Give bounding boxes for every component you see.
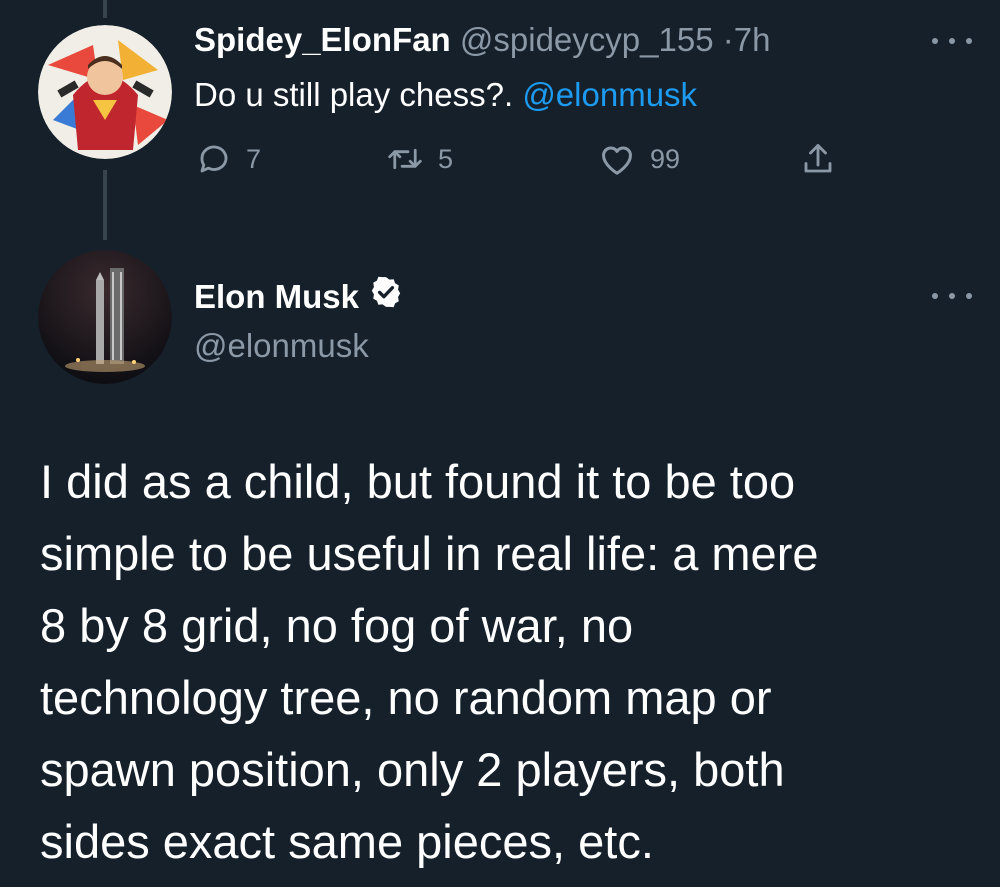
tweet-text-line: simple to be useful in real life: a mere	[40, 527, 819, 580]
share-button[interactable]	[800, 139, 836, 179]
verified-badge-icon	[369, 275, 403, 318]
retweet-count: 5	[438, 143, 454, 174]
tweet-header: Spidey_ElonFan @spideycyp_155 ·7h	[194, 20, 770, 60]
tweet-text-body: Do u still play chess?.	[194, 76, 514, 113]
tweet-text-line: sides exact same pieces, etc.	[40, 815, 654, 868]
display-name[interactable]: Elon Musk	[194, 275, 403, 318]
handle[interactable]: @elonmusk	[194, 326, 369, 366]
avatar[interactable]	[38, 250, 172, 384]
retweet-button[interactable]: 5	[386, 139, 453, 179]
more-icon[interactable]	[932, 288, 972, 304]
timestamp[interactable]: 7h	[734, 21, 771, 58]
mention-link[interactable]: @elonmusk	[522, 76, 697, 113]
reply-button[interactable]: 7	[196, 139, 261, 179]
tweet-text-line: spawn position, only 2 players, both	[40, 743, 785, 796]
thread-line-top	[103, 0, 107, 18]
tweet-text-line: I did as a child, but found it to be too	[40, 455, 796, 508]
display-name-text: Elon Musk	[194, 277, 360, 315]
retweet-icon	[386, 141, 424, 177]
main-tweet-text: I did as a child, but found it to be too…	[40, 446, 970, 878]
like-icon	[598, 141, 636, 177]
share-icon	[800, 140, 836, 178]
tweet-text: Do u still play chess?. @elonmusk	[194, 75, 697, 115]
avatar[interactable]	[38, 25, 172, 159]
like-button[interactable]: 99	[598, 139, 680, 179]
thread-line-connector	[103, 170, 107, 240]
tweet-text-line: 8 by 8 grid, no fog of war, no	[40, 599, 634, 652]
like-count: 99	[650, 143, 681, 174]
reply-count: 7	[246, 143, 262, 174]
reply-icon	[196, 141, 232, 177]
handle[interactable]: @spideycyp_155	[460, 21, 714, 58]
tweet-text-line: technology tree, no random map or	[40, 671, 772, 724]
display-name[interactable]: Spidey_ElonFan	[194, 21, 451, 58]
more-icon[interactable]	[932, 33, 972, 49]
separator: ·	[722, 21, 734, 58]
